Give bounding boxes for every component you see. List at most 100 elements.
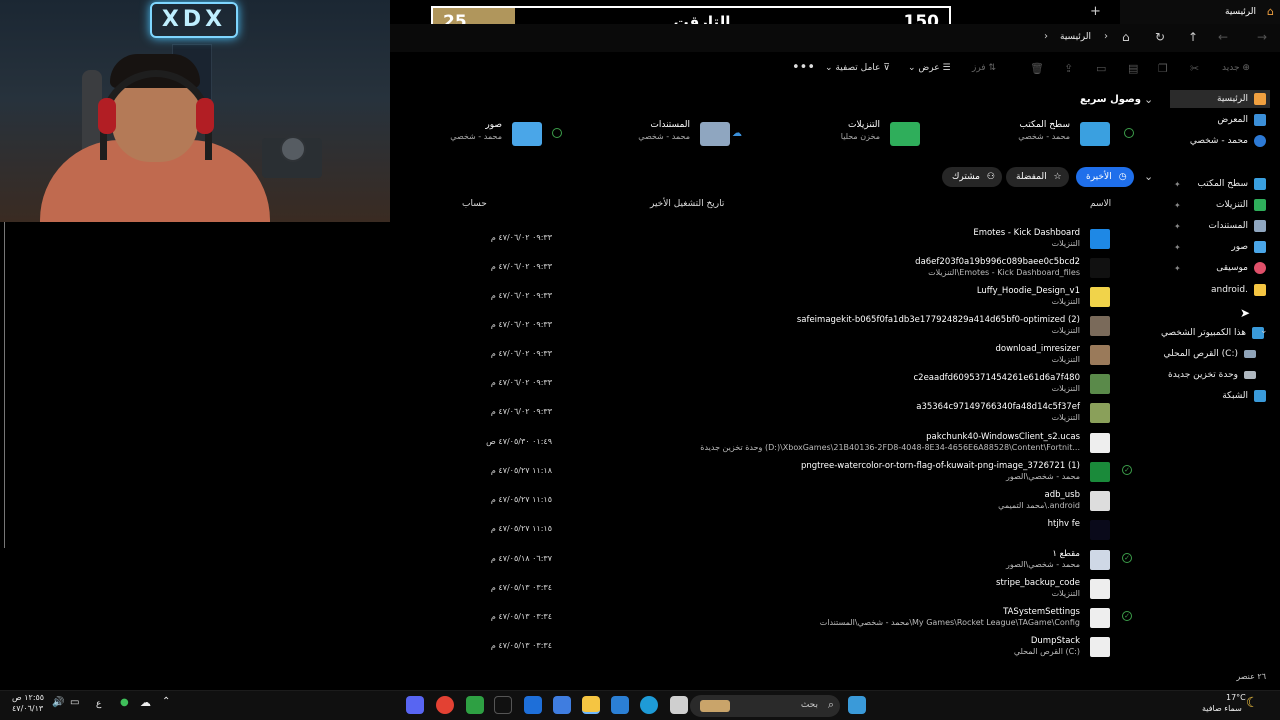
sidebar-item-new-volume[interactable]: وحدة تخزين جديدة (1160, 366, 1260, 384)
taskbar-search[interactable]: بحث ⌕ (690, 695, 840, 717)
sync-check-icon (1124, 128, 1134, 138)
microphone-icon[interactable]: ● (120, 697, 129, 708)
language-indicator[interactable]: ع (96, 699, 101, 709)
file-row[interactable]: download_imresizer التنزيلات ٠٩:٣٣ ٤٧/٠٦/٠… (491, 342, 1110, 370)
tab-shared-label: مشترك (952, 172, 980, 182)
chevron-down-icon[interactable]: ⌄ (1144, 170, 1153, 183)
chevron-icon: › (1104, 31, 1108, 42)
discord-icon[interactable] (406, 696, 424, 714)
file-row[interactable]: adb_usb محمد التميمي\.android ١١:١٥ ٤٧/٠٥/… (491, 488, 1110, 516)
delete-icon[interactable]: 🗑 (1030, 62, 1044, 75)
tab-recent[interactable]: الأخيرة ◷ (1076, 167, 1134, 187)
file-row[interactable]: stripe_backup_code التنزيلات ٠٣:٣٤ ٤٧/٠٥/١… (491, 576, 1110, 604)
filter-button[interactable]: ⌄ عامل تصفية ⊽ (825, 63, 890, 73)
file-last-opened: ٠٩:٣٣ ٤٧/٠٦/٠٢ م (490, 349, 552, 358)
sidebar-item-downloads[interactable]: ✦ التنزيلات (1170, 196, 1270, 214)
file-row[interactable]: safeimagekit-b065f0fa1db3e177924829a414d… (491, 313, 1110, 341)
chevron-down-icon[interactable]: ⌄ (1144, 93, 1153, 106)
outlook-icon[interactable] (524, 696, 542, 714)
onedrive-icon[interactable]: ☁ (140, 696, 151, 709)
file-row[interactable]: DumpStack القرص المحلي (C:) ٠٣:٣٤ ٤٧/٠٥/١٣… (491, 634, 1110, 662)
new-button[interactable]: جديد ⊕ (1222, 63, 1250, 73)
file-row[interactable]: c2eaadfd6095371454261e61d6a7f480 التنزيلا… (491, 371, 1110, 399)
sidebar-item-android[interactable]: android. (1170, 281, 1270, 299)
taskbar-clock[interactable]: ١٢:٥٥ ص (12, 693, 44, 702)
column-header-last-opened[interactable]: تاريخ التشغيل الأخير (650, 199, 724, 209)
column-header-name[interactable]: الاسم (1090, 199, 1111, 209)
breadcrumb-home[interactable]: الرئيسية (1060, 32, 1091, 42)
file-row[interactable]: مقطع ١ محمد - شخصي\الصور ٠٦:٣٧ ٤٧/٠٥/١٨ م ✓ (491, 547, 1132, 575)
window-icon[interactable] (670, 696, 688, 714)
quick-access-downloads[interactable]: التنزيلات مخزن محليا (740, 118, 920, 154)
view-button[interactable]: ⌄ عرض ☰ (908, 63, 951, 73)
file-row[interactable]: TASystemSettings محمد - شخصي\المستندات\My… (491, 605, 1132, 633)
sidebar-item-documents[interactable]: ✦ المستندات (1170, 217, 1270, 235)
file-row[interactable]: pakchunk40-WindowsClient_s2.ucas وحدة تخز… (486, 430, 1110, 458)
file-row[interactable]: a35364c97149766340fa48d14c5f37ef التنزيلا… (491, 400, 1110, 428)
chevron-up-icon[interactable]: ⌃ (162, 696, 170, 707)
file-location: محمد - شخصي\الصور (1005, 472, 1080, 481)
quick-access-pictures[interactable]: صور محمد - شخصي (362, 118, 562, 154)
cut-icon[interactable]: ✂ (1190, 62, 1199, 75)
file-row[interactable]: Luffy_Hoodie_Design_v1 التنزيلات ٠٩:٣٣ ٤٧/… (491, 284, 1110, 312)
people-icon: ⚇ (986, 172, 995, 182)
rename-icon[interactable]: ▭ (1096, 62, 1106, 75)
forward-icon[interactable]: → (1257, 30, 1267, 44)
sidebar-item-onedrive[interactable]: محمد - شخصي (1170, 132, 1270, 150)
file-icon (1090, 433, 1110, 453)
file-row[interactable]: Emotes - Kick Dashboard التنزيلات ٠٩:٣٣ ٤٧… (491, 226, 1110, 254)
sidebar-item-this-pc[interactable]: هذا الكمبيوتر الشخصي (1158, 324, 1268, 342)
file-location: التنزيلات (1051, 413, 1080, 422)
edge-icon[interactable] (640, 696, 658, 714)
column-header-account[interactable]: حساب (462, 199, 487, 209)
filter-button-label: عامل تصفية (835, 63, 881, 73)
weather-temp[interactable]: 17°C (1226, 693, 1246, 702)
headphone-ear-right (196, 98, 214, 134)
app-icon[interactable] (611, 696, 629, 714)
paste-icon[interactable]: ▤ (1128, 62, 1138, 75)
sort-button[interactable]: فرز ⇅ (972, 63, 996, 73)
file-explorer-icon[interactable] (582, 696, 600, 714)
documents-folder-icon (700, 122, 730, 146)
file-last-opened: ١١:١٥ ٤٧/٠٥/٢٧ م (490, 524, 552, 533)
chrome-icon[interactable] (436, 696, 454, 714)
share-icon[interactable]: ⇪ (1064, 62, 1073, 75)
new-tab-button[interactable]: + (1090, 4, 1101, 19)
sidebar-item-desktop[interactable]: ✦ سطح المكتب (1170, 175, 1270, 193)
store-icon[interactable] (553, 696, 571, 714)
tab-favorites[interactable]: المفضلة ☆ (1006, 167, 1069, 187)
file-row[interactable]: pngtree-watercolor-or-torn-flag-of-kuwai… (491, 459, 1132, 487)
sidebar-item-local-disk[interactable]: القرص المحلي (C:) (1160, 345, 1260, 363)
weather-text[interactable]: سماء صافية (1202, 704, 1242, 713)
back-icon[interactable]: ← (1218, 30, 1228, 44)
sidebar-item-music[interactable]: ✦ موسيقى (1170, 259, 1270, 277)
file-row[interactable]: htjhv fe ١١:١٥ ٤٧/٠٥/٢٧ م (491, 517, 1110, 545)
tab-shared[interactable]: مشترك ⚇ (942, 167, 1002, 187)
chevron-down-icon[interactable]: ⌄ (1260, 326, 1268, 336)
file-last-opened: ٠٩:٣٣ ٤٧/٠٦/٠٢ م (490, 233, 552, 242)
tiktok-icon[interactable] (494, 696, 512, 714)
network-icon[interactable]: ▭ (70, 697, 79, 708)
refresh-icon[interactable]: ↻ (1155, 30, 1165, 44)
volume-icon[interactable]: 🔊 (52, 697, 64, 708)
file-icon (1090, 316, 1110, 336)
sidebar-item-label: وحدة تخزين جديدة (1168, 370, 1238, 380)
sidebar-item-network[interactable]: الشبكة (1170, 387, 1270, 405)
up-icon[interactable]: ↑ (1188, 30, 1198, 44)
quick-access-name: سطح المكتب (1019, 120, 1070, 130)
copy-icon[interactable]: ❐ (1158, 62, 1168, 75)
start-icon[interactable] (848, 696, 866, 714)
tab-recent-label: الأخيرة (1086, 172, 1112, 182)
taskbar-date[interactable]: ٤٧/٠٦/١٣ (12, 704, 43, 713)
sidebar-item-home[interactable]: الرئيسية (1170, 90, 1270, 108)
quick-access-desktop[interactable]: سطح المكتب محمد - شخصي (930, 118, 1134, 154)
more-options-icon[interactable]: ••• (792, 60, 815, 75)
sidebar-item-gallery[interactable]: المعرض (1170, 111, 1270, 129)
tab-home[interactable]: الرئيسية ⌂ (1120, 0, 1280, 24)
file-row[interactable]: da6ef203f0a19b996c089baee0c5bcd2 التنزيلا… (491, 255, 1110, 283)
music-icon (1254, 262, 1266, 274)
address-home-icon[interactable]: ⌂ (1122, 30, 1130, 44)
sidebar-item-pictures[interactable]: ✦ صور (1170, 238, 1270, 256)
quick-access-documents[interactable]: ☁ المستندات محمد - شخصي (550, 118, 742, 154)
xbox-icon[interactable] (466, 696, 484, 714)
